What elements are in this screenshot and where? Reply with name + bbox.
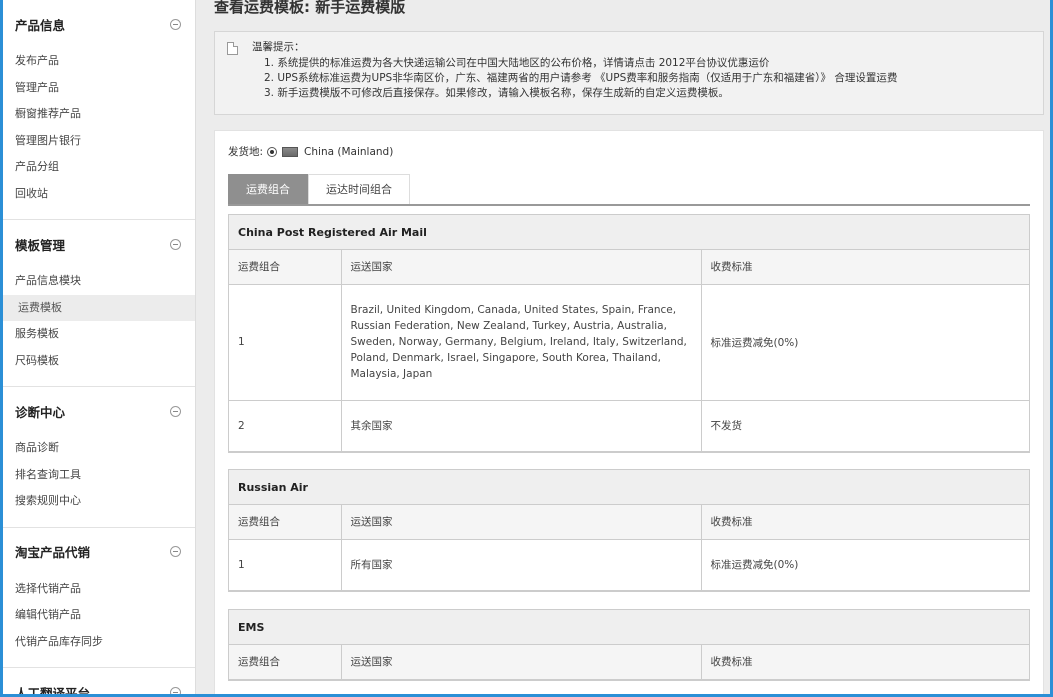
main-content: 查看运费模板: 新手运费模版 温馨提示： 1. 系统提供的标准运费为各大快递运输… [196, 0, 1053, 697]
shipping-method-name: EMS [229, 610, 1029, 645]
countries-cell: 其余国家 [340, 400, 701, 452]
sidebar-section-header[interactable]: 模板管理 [0, 220, 195, 268]
sidebar-item-product-groups[interactable]: 产品分组 [0, 154, 195, 181]
shipping-table: 运费组合 运送国家 收费标准 1 Brazil, United Kingdom,… [229, 250, 1029, 452]
sidebar-item-publish-product[interactable]: 发布产品 [0, 48, 195, 75]
shipping-table: 运费组合 运送国家 收费标准 1 所有国家 标准运费减免(0%) [229, 505, 1029, 591]
fee-cell: 标准运费减免(0%) [700, 539, 1029, 591]
shipping-method-block: EMS 运费组合 运送国家 收费标准 [228, 609, 1030, 681]
sidebar: 产品信息 发布产品 管理产品 橱窗推荐产品 管理图片银行 产品分组 回收站 模板… [0, 0, 196, 697]
column-header: 收费标准 [700, 505, 1029, 540]
sidebar-section-translation: 人工翻译平台 [0, 668, 195, 697]
column-header: 运费组合 [229, 250, 341, 285]
page-title: 查看运费模板: 新手运费模版 [214, 0, 406, 16]
sidebar-item-service-template[interactable]: 服务模板 [0, 321, 195, 348]
sidebar-section-title: 淘宝产品代销 [15, 545, 91, 560]
table-header-row: 运费组合 运送国家 收费标准 [229, 645, 1029, 680]
sidebar-section-product-info: 产品信息 发布产品 管理产品 橱窗推荐产品 管理图片银行 产品分组 回收站 [0, 0, 195, 220]
origin-radio[interactable] [267, 146, 278, 157]
sidebar-section-templates: 模板管理 产品信息模块 运费模板 服务模板 尺码模板 [0, 220, 195, 387]
sidebar-item-manage-products[interactable]: 管理产品 [0, 75, 195, 102]
sidebar-item-select-consignment[interactable]: 选择代销产品 [0, 576, 195, 603]
column-header: 运送国家 [340, 645, 701, 680]
china-flag-icon [282, 146, 299, 157]
tab-delivery-time-combination[interactable]: 运达时间组合 [308, 174, 410, 204]
countries-cell: 所有国家 [340, 539, 701, 591]
tab-bar: 运费组合 运达时间组合 [228, 174, 1030, 206]
sidebar-item-search-rules[interactable]: 搜索规则中心 [0, 488, 195, 515]
shipping-method-name: China Post Registered Air Mail [229, 215, 1029, 250]
document-icon [227, 42, 238, 55]
sidebar-item-showcase-products[interactable]: 橱窗推荐产品 [0, 101, 195, 128]
fee-cell: 标准运费减免(0%) [700, 284, 1029, 401]
origin-value: China (Mainland) [304, 145, 394, 158]
countries-cell: Brazil, United Kingdom, Canada, United S… [340, 284, 701, 401]
sidebar-section-header[interactable]: 诊断中心 [0, 387, 195, 435]
sidebar-section-diagnosis: 诊断中心 商品诊断 排名查询工具 搜索规则中心 [0, 387, 195, 528]
group-cell: 2 [229, 400, 341, 452]
shipping-table: 运费组合 运送国家 收费标准 [229, 645, 1029, 680]
table-header-row: 运费组合 运送国家 收费标准 [229, 505, 1029, 540]
sidebar-item-product-diagnosis[interactable]: 商品诊断 [0, 435, 195, 462]
collapse-icon[interactable] [170, 686, 181, 697]
column-header: 收费标准 [700, 250, 1029, 285]
sidebar-item-edit-consignment[interactable]: 编辑代销产品 [0, 602, 195, 629]
template-panel: 发货地: China (Mainland) 运费组合 运达时间组合 China … [214, 130, 1044, 697]
shipping-method-block: Russian Air 运费组合 运送国家 收费标准 1 所有国家 标准运费减免… [228, 469, 1030, 592]
collapse-icon[interactable] [170, 238, 181, 250]
sidebar-item-recycle-bin[interactable]: 回收站 [0, 181, 195, 208]
sidebar-section-title: 模板管理 [15, 237, 66, 253]
collapse-icon[interactable] [170, 18, 181, 30]
tab-fee-combination[interactable]: 运费组合 [228, 174, 308, 204]
column-header: 运送国家 [340, 250, 701, 285]
notice-line: 1. 系统提供的标准运费为各大快递运输公司在中国大陆地区的公布价格，详情请点击 … [264, 57, 770, 69]
sidebar-section-title: 产品信息 [15, 17, 66, 33]
group-cell: 1 [229, 284, 341, 401]
sidebar-item-inventory-sync[interactable]: 代销产品库存同步 [0, 629, 195, 656]
table-header-row: 运费组合 运送国家 收费标准 [229, 250, 1029, 285]
sidebar-section-title: 诊断中心 [15, 404, 66, 420]
column-header: 收费标准 [700, 645, 1029, 680]
collapse-icon[interactable] [170, 546, 181, 557]
origin-label: 发货地: [228, 146, 264, 158]
sidebar-section-header[interactable]: 淘宝产品代销 [0, 528, 195, 576]
shipping-method-name: Russian Air [229, 470, 1029, 505]
notice-body: 温馨提示： 1. 系统提供的标准运费为各大快递运输公司在中国大陆地区的公布价格，… [252, 40, 897, 114]
sidebar-item-product-info-module[interactable]: 产品信息模块 [0, 268, 195, 295]
column-header: 运送国家 [340, 505, 701, 540]
sidebar-section-header[interactable]: 产品信息 [0, 0, 195, 48]
sidebar-section-taobao-consignment: 淘宝产品代销 选择代销产品 编辑代销产品 代销产品库存同步 [0, 528, 195, 668]
fee-cell: 不发货 [700, 400, 1029, 452]
sidebar-section-title: 人工翻译平台 [15, 685, 91, 697]
sidebar-item-size-template[interactable]: 尺码模板 [0, 348, 195, 375]
notice-line: 3. 新手运费模版不可修改后直接保存。如果修改，请输入模板名称，保存生成新的自定… [264, 87, 729, 99]
sidebar-item-shipping-template[interactable]: 运费模板 [0, 294, 195, 321]
table-row: 2 其余国家 不发货 [229, 400, 1029, 452]
table-row: 1 Brazil, United Kingdom, Canada, United… [229, 284, 1029, 401]
notice-box: 温馨提示： 1. 系统提供的标准运费为各大快递运输公司在中国大陆地区的公布价格，… [214, 31, 1044, 115]
table-row: 1 所有国家 标准运费减免(0%) [229, 539, 1029, 591]
shipping-method-block: China Post Registered Air Mail 运费组合 运送国家… [228, 214, 1030, 453]
group-cell: 1 [229, 539, 341, 591]
notice-title: 温馨提示： [252, 41, 305, 53]
column-header: 运费组合 [229, 645, 341, 680]
sidebar-section-header[interactable]: 人工翻译平台 [0, 668, 195, 697]
notice-line: 2. UPS系统标准运费为UPS非华南区价，广东、福建两省的用户请参考 《UPS… [264, 72, 898, 84]
sidebar-item-ranking-tool[interactable]: 排名查询工具 [0, 462, 195, 489]
collapse-icon[interactable] [170, 405, 181, 417]
shipping-origin: 发货地: China (Mainland) [228, 144, 393, 159]
column-header: 运费组合 [229, 505, 341, 540]
sidebar-item-image-bank[interactable]: 管理图片银行 [0, 128, 195, 155]
